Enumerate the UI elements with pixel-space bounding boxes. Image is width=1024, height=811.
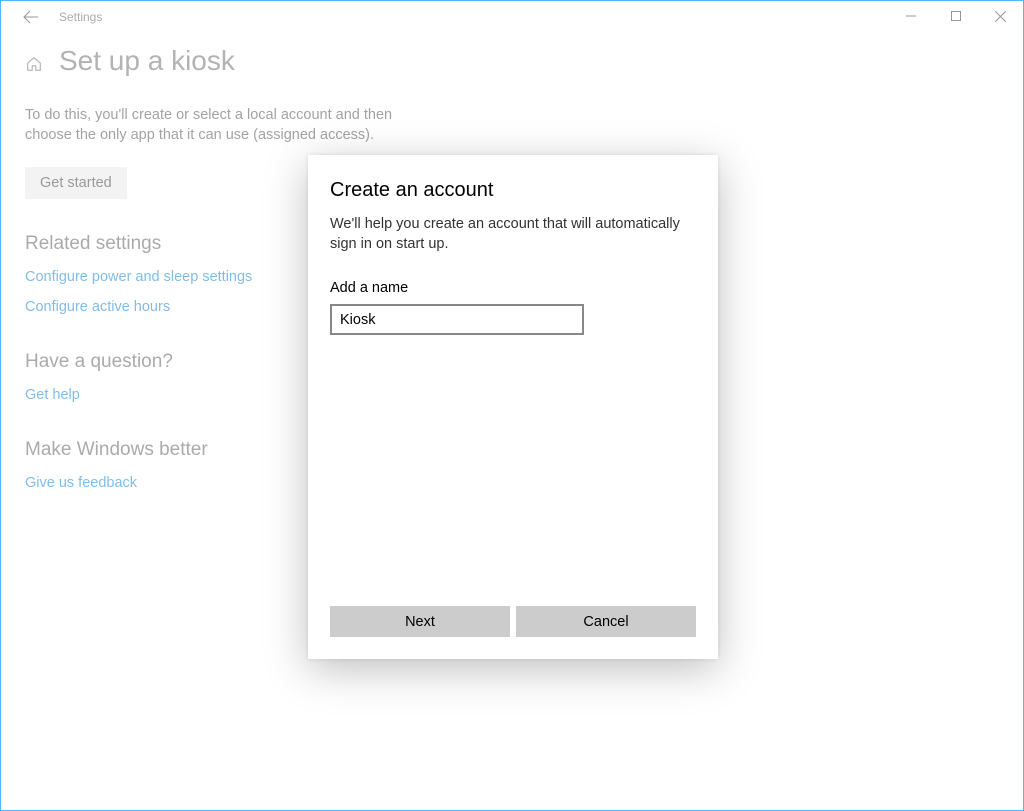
dialog-title: Create an account xyxy=(330,179,696,202)
create-account-dialog: Create an account We'll help you create … xyxy=(308,155,718,659)
cancel-button[interactable]: Cancel xyxy=(516,606,696,637)
next-button[interactable]: Next xyxy=(330,606,510,637)
name-input[interactable] xyxy=(330,304,584,335)
name-field-label: Add a name xyxy=(330,280,696,296)
dialog-buttons: Next Cancel xyxy=(330,606,696,637)
dialog-description: We'll help you create an account that wi… xyxy=(330,214,696,254)
